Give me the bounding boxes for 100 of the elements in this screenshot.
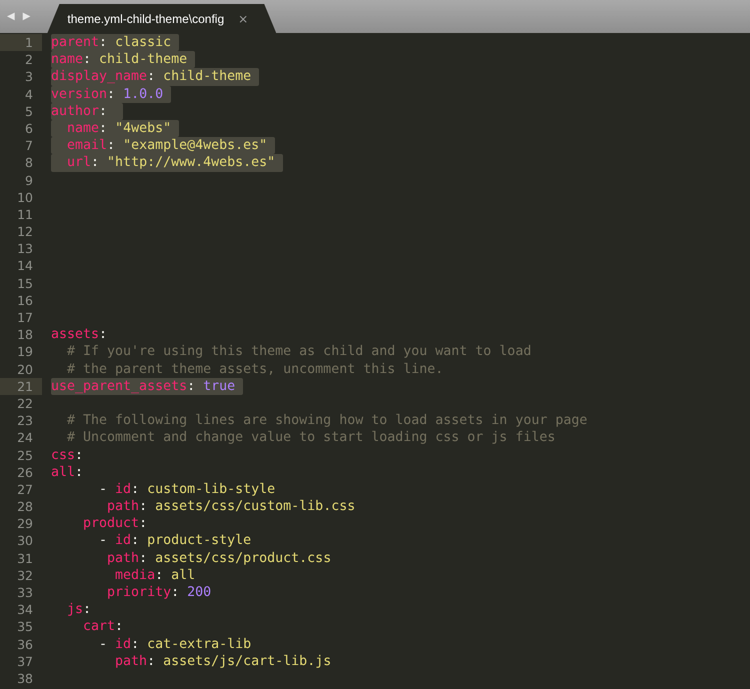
line-number: 36 <box>16 636 34 653</box>
code-value: assets/css/product.css <box>155 550 332 567</box>
code-punctuation: : <box>155 566 164 584</box>
code-value: assets/js/cart-lib.js <box>163 652 332 670</box>
close-tab-button[interactable]: × <box>238 12 248 26</box>
code-value: assets/css/custom-lib.css <box>155 498 356 516</box>
code-value: custom-lib-style <box>147 480 276 498</box>
line-number: 3 <box>24 68 34 86</box>
code-key: js <box>51 601 84 618</box>
code-key: name <box>51 51 84 68</box>
code-comment: # Uncomment and change value to start loading css or js files <box>66 429 556 446</box>
line-number: 21 <box>0 378 42 395</box>
line-number: 17 <box>16 309 34 326</box>
code-punctuation: : <box>99 34 108 52</box>
code-punctuation: : <box>83 601 92 618</box>
line-number: 38 <box>16 670 34 688</box>
code-key: media <box>51 566 156 584</box>
code-punctuation: : <box>187 378 196 395</box>
line-number: 37 <box>16 652 34 670</box>
code-value: child-theme <box>163 68 252 86</box>
line-number: 31 <box>16 550 34 567</box>
code-punctuation: : <box>131 480 140 498</box>
code-punctuation: - <box>98 480 108 498</box>
code-comment: # the parent theme assets, uncomment this line. <box>66 360 444 378</box>
code-key: id <box>115 480 132 498</box>
line-number: 9 <box>24 172 34 189</box>
line-number: 34 <box>16 601 34 618</box>
line-number: 26 <box>16 464 34 481</box>
code-value: "http://www.4webs.es" <box>107 154 276 172</box>
code-key: use_parent_assets <box>51 378 188 395</box>
line-number: 5 <box>24 102 34 120</box>
code-punctuation: : <box>147 68 156 86</box>
line-number: 28 <box>16 498 34 516</box>
code-key: name <box>51 120 100 138</box>
code-value: true <box>203 378 236 395</box>
code-key: url <box>51 154 92 172</box>
code-punctuation: : <box>99 326 108 344</box>
line-number: 10 <box>16 188 34 206</box>
code-punctuation: : <box>139 515 148 532</box>
line-number: 12 <box>16 223 34 240</box>
line-number: 33 <box>16 584 34 602</box>
line-number: 6 <box>24 120 34 138</box>
line-number: 30 <box>16 532 34 550</box>
code-punctuation: : <box>107 137 116 154</box>
line-number: 29 <box>16 515 34 532</box>
code-key: email <box>51 137 108 154</box>
line-number: 25 <box>16 446 34 464</box>
code-key: parent <box>51 34 100 52</box>
code-value: "example@4webs.es" <box>123 137 268 154</box>
code-key: path <box>51 498 140 516</box>
line-number: 20 <box>16 360 34 378</box>
code-punctuation: : <box>147 652 156 670</box>
code-value: product-style <box>147 532 252 550</box>
line-number: 24 <box>16 429 34 446</box>
code-punctuation: : <box>91 154 100 172</box>
code-key: css <box>51 446 76 464</box>
code-punctuation: : <box>99 120 108 138</box>
line-number: 32 <box>16 566 34 584</box>
line-number: 2 <box>24 51 34 68</box>
code-key: author <box>51 102 100 120</box>
code-punctuation: - <box>98 636 108 653</box>
code-key: path <box>51 652 148 670</box>
line-number: 19 <box>16 343 34 361</box>
line-number: 11 <box>16 206 34 224</box>
code-key: display_name <box>51 68 148 86</box>
code-key: all <box>51 464 76 481</box>
code-value: cat-extra-lib <box>147 636 252 653</box>
code-value: "4webs" <box>115 120 172 138</box>
code-key: id <box>115 532 132 550</box>
code-value: classic <box>115 34 172 52</box>
code-punctuation: : <box>131 532 140 550</box>
line-number: 4 <box>24 86 34 103</box>
code-punctuation: : <box>107 86 116 103</box>
code-punctuation: : <box>99 102 108 120</box>
code-punctuation: : <box>75 446 84 464</box>
code-comment: # If you're using this theme as child and you want to load <box>66 343 532 361</box>
line-number: 27 <box>16 480 34 498</box>
code-punctuation: - <box>98 532 108 550</box>
code-punctuation: : <box>171 584 180 602</box>
tab-title: theme.yml-child-theme\config <box>67 12 224 26</box>
code-value: child-theme <box>99 51 188 68</box>
code-key: cart <box>51 618 116 636</box>
line-number: 14 <box>16 257 34 275</box>
line-number: 22 <box>16 394 34 412</box>
line-number: 8 <box>24 154 34 172</box>
code-punctuation: : <box>131 636 140 653</box>
file-tab[interactable]: theme.yml-child-theme\config × <box>47 4 276 33</box>
code-punctuation: : <box>83 51 92 68</box>
code-punctuation: : <box>139 550 148 567</box>
line-number: 18 <box>16 326 34 344</box>
line-number: 15 <box>16 274 34 292</box>
code-punctuation: : <box>115 618 124 636</box>
code-value: 1.0.0 <box>123 86 164 103</box>
code-key: product <box>51 515 140 532</box>
code-punctuation: : <box>75 464 84 481</box>
code-punctuation: : <box>139 498 148 516</box>
code-value: all <box>171 566 196 584</box>
line-number: 23 <box>16 412 34 430</box>
line-number: 35 <box>16 618 34 636</box>
code-key: priority <box>51 584 172 602</box>
